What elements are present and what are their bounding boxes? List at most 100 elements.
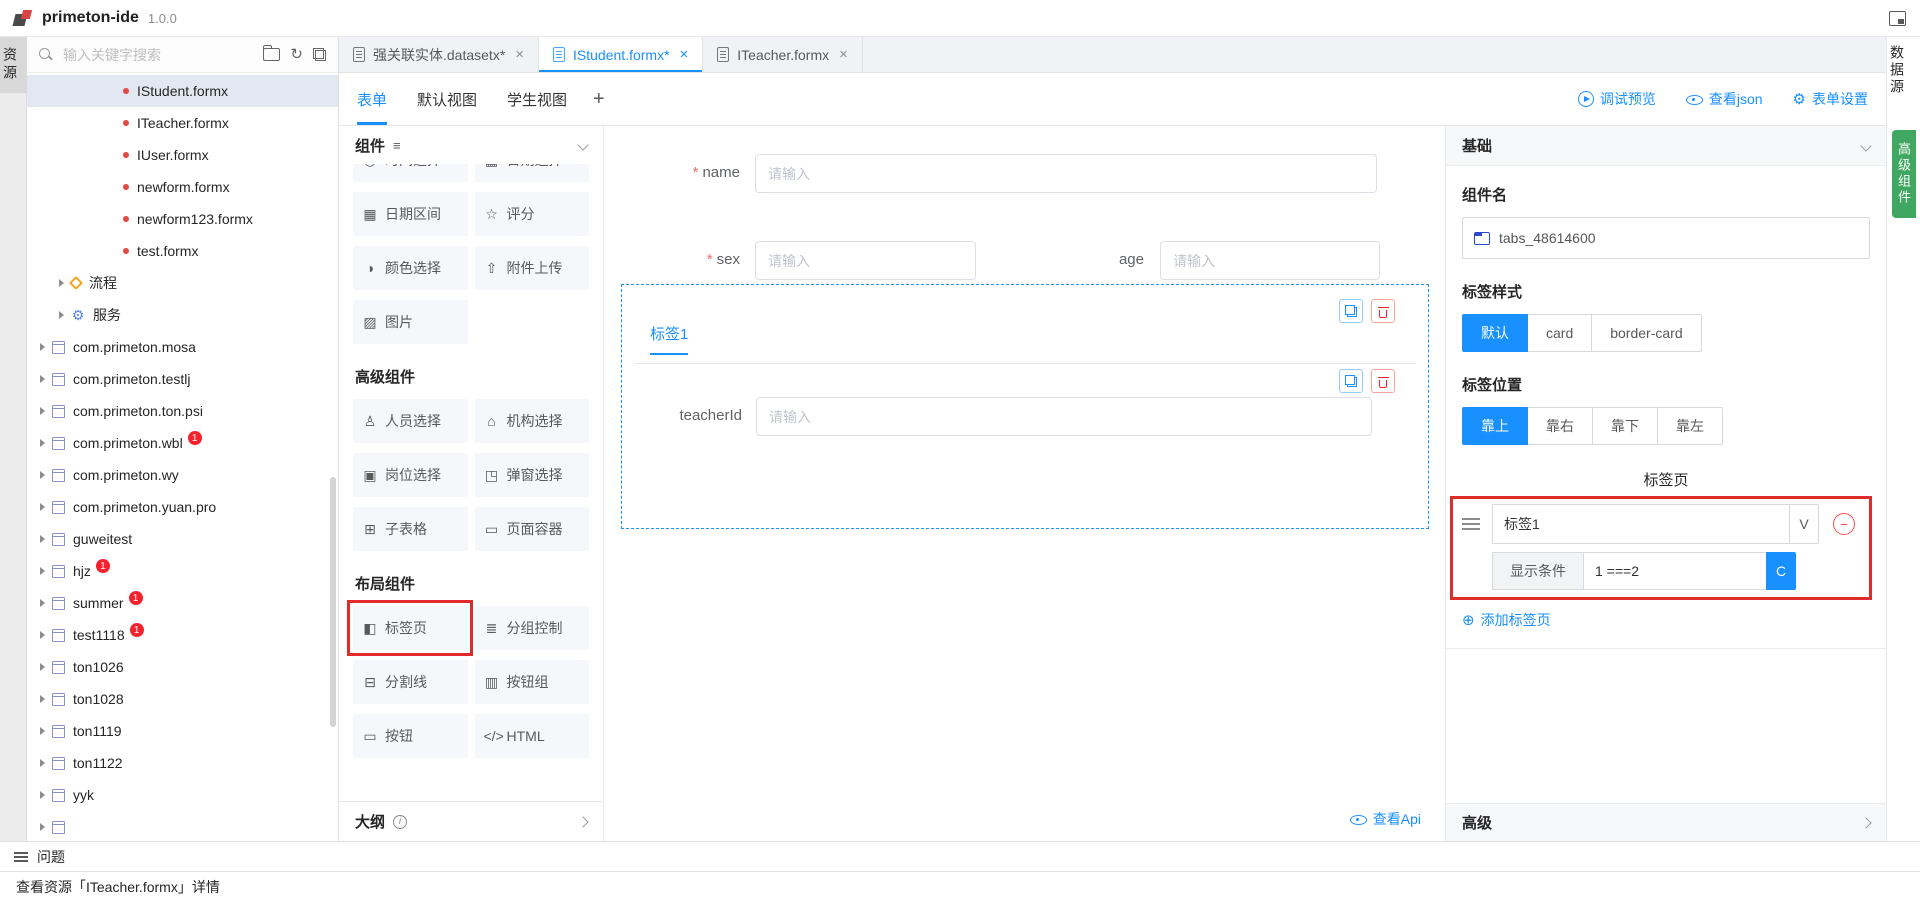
- action-eye[interactable]: 查看json: [1686, 89, 1763, 109]
- palette-item[interactable]: ☆评分: [475, 192, 590, 236]
- expand-icon[interactable]: [59, 279, 64, 287]
- search-input[interactable]: [63, 47, 253, 63]
- tree-item[interactable]: ⚙服务: [27, 299, 338, 331]
- sidebar-scrollbar[interactable]: [330, 477, 336, 727]
- tree-item[interactable]: test11181: [27, 619, 338, 651]
- tree-item[interactable]: IStudent.formx: [27, 75, 338, 107]
- add-view-button[interactable]: +: [593, 89, 605, 109]
- tree-item[interactable]: [27, 811, 338, 841]
- tree-item[interactable]: ton1119: [27, 715, 338, 747]
- refresh-icon[interactable]: ↻: [290, 47, 303, 62]
- dropdown-button[interactable]: V: [1789, 504, 1819, 544]
- palette-header[interactable]: 组件 ≡: [339, 126, 603, 164]
- expand-icon[interactable]: [40, 695, 45, 703]
- document-tab[interactable]: ITeacher.formx×: [703, 37, 863, 72]
- canvas-tab-label[interactable]: 标签1: [650, 323, 688, 355]
- expand-icon[interactable]: [40, 471, 45, 479]
- tree-item[interactable]: ton1122: [27, 747, 338, 779]
- basic-section-header[interactable]: 基础: [1446, 126, 1886, 166]
- age-input[interactable]: [1160, 241, 1380, 280]
- document-tab[interactable]: IStudent.formx*×: [539, 37, 703, 72]
- expand-icon[interactable]: [40, 599, 45, 607]
- close-icon[interactable]: ×: [839, 47, 848, 62]
- tree-item[interactable]: ton1028: [27, 683, 338, 715]
- sex-input[interactable]: [755, 241, 976, 280]
- teacherid-input[interactable]: [756, 397, 1372, 436]
- tab-name-input[interactable]: 标签1: [1492, 504, 1790, 544]
- tab-style-option[interactable]: border-card: [1591, 314, 1701, 352]
- delete-button[interactable]: [1371, 299, 1395, 323]
- tabs-component-selection[interactable]: 标签1 teacherId: [621, 284, 1429, 529]
- tree-item[interactable]: IUser.formx: [27, 139, 338, 171]
- expand-icon[interactable]: [40, 727, 45, 735]
- palette-item[interactable]: ⊟分割线: [353, 660, 468, 704]
- action-gear[interactable]: ⚙表单设置: [1793, 89, 1868, 109]
- tab-style-option[interactable]: card: [1527, 314, 1592, 352]
- outline-footer[interactable]: 大纲: [339, 801, 603, 841]
- document-tab[interactable]: 强关联实体.datasetx*×: [339, 37, 539, 72]
- tab-position-option[interactable]: 靠上: [1462, 407, 1528, 445]
- palette-item[interactable]: ▦日期选择: [475, 164, 590, 182]
- palette-item[interactable]: ▦日期区间: [353, 192, 468, 236]
- palette-item[interactable]: ◑颜色选择: [353, 246, 468, 290]
- tree-item[interactable]: guweitest: [27, 523, 338, 555]
- palette-item[interactable]: ▨图片: [353, 300, 468, 344]
- chevron-right-icon[interactable]: [577, 816, 588, 827]
- expand-icon[interactable]: [40, 823, 45, 831]
- tree-item[interactable]: com.primeton.ton.psi: [27, 395, 338, 427]
- view-tab[interactable]: 学生视图: [507, 73, 567, 125]
- tree-item[interactable]: hjz1: [27, 555, 338, 587]
- expand-icon[interactable]: [40, 375, 45, 383]
- component-name-input[interactable]: tabs_48614600: [1462, 217, 1870, 259]
- remove-tab-button[interactable]: [1833, 513, 1855, 535]
- expand-icon[interactable]: [40, 759, 45, 767]
- layout-toggle-icon[interactable]: [1889, 11, 1906, 26]
- resources-rail-tab[interactable]: 资源: [0, 37, 27, 93]
- expand-icon[interactable]: [40, 343, 45, 351]
- tree-item[interactable]: yyk: [27, 779, 338, 811]
- datasource-rail-tab[interactable]: 数据源: [1887, 45, 1920, 96]
- tree-item[interactable]: com.primeton.mosa: [27, 331, 338, 363]
- tab-style-option[interactable]: 默认: [1462, 314, 1528, 352]
- chevron-down-icon[interactable]: [577, 139, 588, 150]
- palette-item[interactable]: </>HTML: [475, 714, 590, 758]
- chevron-right-icon[interactable]: [1860, 817, 1871, 828]
- expand-icon[interactable]: [59, 311, 64, 319]
- tree-item[interactable]: newform.formx: [27, 171, 338, 203]
- palette-item[interactable]: ▭页面容器: [475, 507, 590, 551]
- expand-icon[interactable]: [40, 567, 45, 575]
- tree-item[interactable]: ITeacher.formx: [27, 107, 338, 139]
- palette-item[interactable]: ≣分组控制: [475, 606, 590, 650]
- palette-item[interactable]: ▭按钮: [353, 714, 468, 758]
- palette-item[interactable]: ⊞子表格: [353, 507, 468, 551]
- tree-item[interactable]: 流程: [27, 267, 338, 299]
- tree-item[interactable]: summer1: [27, 587, 338, 619]
- palette-item[interactable]: ⇧附件上传: [475, 246, 590, 290]
- collapse-panels-icon[interactable]: [313, 48, 326, 61]
- view-api-link[interactable]: 查看Api: [1350, 809, 1421, 829]
- new-folder-icon[interactable]: [263, 48, 280, 61]
- expand-icon[interactable]: [40, 535, 45, 543]
- tab-position-option[interactable]: 靠右: [1527, 407, 1593, 445]
- palette-item[interactable]: ♙人员选择: [353, 399, 468, 443]
- tree-item[interactable]: com.primeton.wy: [27, 459, 338, 491]
- delete-button[interactable]: [1371, 369, 1395, 393]
- tree-item[interactable]: com.primeton.yuan.pro: [27, 491, 338, 523]
- expand-icon[interactable]: [40, 439, 45, 447]
- copy-button[interactable]: [1339, 369, 1363, 393]
- name-input[interactable]: [755, 154, 1377, 193]
- chevron-down-icon[interactable]: [1860, 140, 1871, 151]
- close-icon[interactable]: ×: [515, 47, 524, 62]
- green-rail-badge[interactable]: 高级组件: [1892, 130, 1916, 218]
- condition-code-button[interactable]: C: [1766, 552, 1796, 590]
- tree-item[interactable]: com.primeton.wbl1: [27, 427, 338, 459]
- palette-item[interactable]: ▥按钮组: [475, 660, 590, 704]
- palette-item[interactable]: ⌂机构选择: [475, 399, 590, 443]
- advanced-section-header[interactable]: 高级: [1446, 803, 1886, 841]
- tree-item[interactable]: com.primeton.testlj: [27, 363, 338, 395]
- tab-position-option[interactable]: 靠左: [1657, 407, 1723, 445]
- expand-icon[interactable]: [40, 631, 45, 639]
- palette-item[interactable]: ▣岗位选择: [353, 453, 468, 497]
- view-tab[interactable]: 默认视图: [417, 73, 477, 125]
- problems-bar[interactable]: 问题: [0, 841, 1920, 871]
